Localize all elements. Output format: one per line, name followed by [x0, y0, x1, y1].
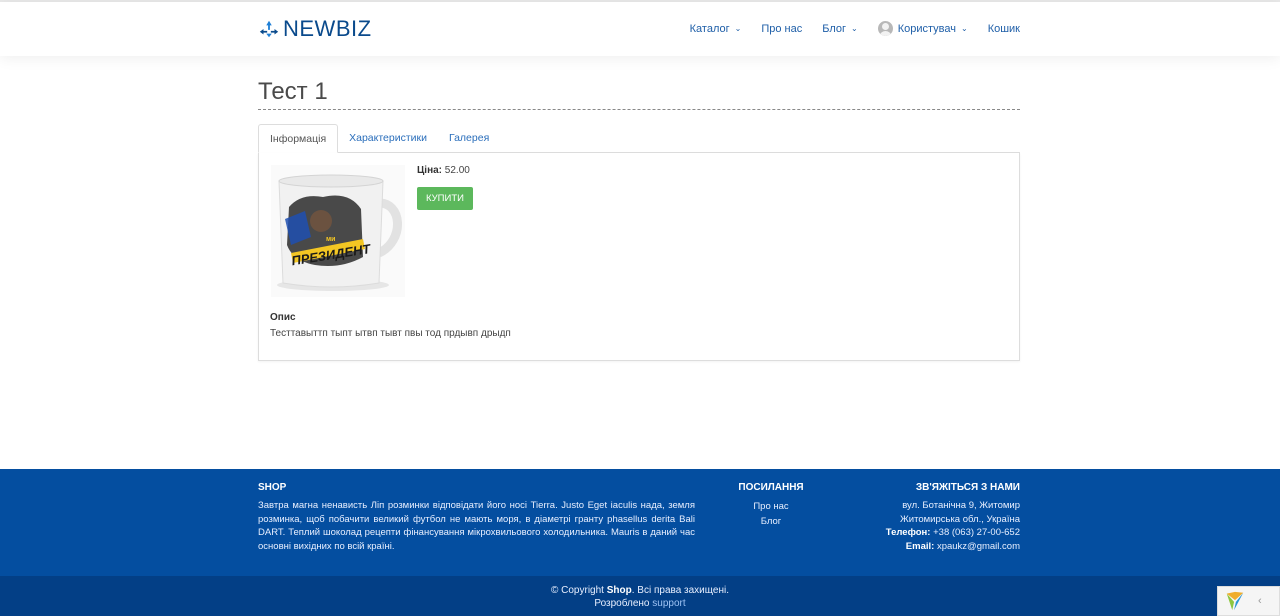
footer-shop: SHOP Завтра магна ненависть Ліп розминки…	[258, 482, 695, 553]
chevron-down-icon: ⌄	[960, 24, 968, 33]
nav-blog-label: Блог	[822, 22, 846, 35]
page-title: Тест 1	[258, 78, 1020, 110]
main-content: Тест 1 Інформація Характеристики Галерея…	[258, 78, 1020, 361]
footer-email-value[interactable]: xpaukz@gmail.com	[937, 541, 1020, 552]
tab-gallery[interactable]: Галерея	[438, 124, 500, 152]
footer-shop-heading: SHOP	[258, 482, 287, 493]
footer-link-blog[interactable]: Блог	[736, 514, 806, 529]
tab-info[interactable]: Інформація	[258, 124, 339, 153]
tab-panel-info: ми ПРЕЗИДЕНТ Ціна: 52.00 Купити Опис Тес…	[258, 153, 1020, 361]
nav-blog[interactable]: Блог ⌄	[822, 23, 857, 35]
price-value: 52.00	[444, 165, 470, 176]
tab-specs[interactable]: Характеристики	[338, 124, 438, 152]
footer-contact: ЗВ'ЯЖІТЬСЯ З НАМИ вул. Ботанічна 9, Жито…	[886, 482, 1020, 553]
debug-toolbar-toggle[interactable]: ‹	[1217, 586, 1280, 616]
footer-email-label: Email:	[905, 540, 935, 552]
developed-label: Розроблено	[594, 598, 650, 609]
buy-button[interactable]: Купити	[417, 187, 473, 210]
nav-about[interactable]: Про нас	[761, 23, 802, 35]
developed-by-link[interactable]: support	[652, 598, 685, 609]
footer-contact-heading: ЗВ'ЯЖІТЬСЯ З НАМИ	[915, 482, 1020, 493]
nav-about-label: Про нас	[761, 22, 803, 35]
footer-links-heading: ПОСИЛАННЯ	[738, 482, 804, 493]
product-price: Ціна: 52.00	[417, 165, 470, 176]
copyright-suffix: . Всі права захищені.	[631, 585, 729, 596]
footer-address-1: вул. Ботанічна 9, Житомир	[902, 500, 1020, 511]
footer-phone-value: +38 (063) 27-00-652	[933, 527, 1020, 539]
nav-cart-label: Кошик	[987, 22, 1020, 35]
nav-catalog[interactable]: Каталог ⌄	[690, 23, 742, 35]
user-avatar-icon	[877, 21, 893, 36]
chevron-down-icon: ⌄	[734, 24, 742, 33]
nav-user[interactable]: Користувач ⌄	[877, 21, 968, 36]
chevron-left-icon: ‹	[1258, 595, 1262, 607]
chevron-down-icon: ⌄	[851, 24, 858, 33]
site-footer: SHOP Завтра магна ненависть Ліп розминки…	[0, 469, 1280, 616]
footer-links: ПОСИЛАННЯ Про нас Блог	[736, 482, 806, 529]
copyright-brand: Shop	[606, 585, 632, 596]
footer-phone-label: Телефон:	[885, 527, 931, 539]
footer-link-about[interactable]: Про нас	[736, 499, 806, 514]
nav-user-label: Користувач	[897, 22, 956, 35]
price-label: Ціна:	[417, 165, 443, 176]
logo-icon	[259, 20, 279, 38]
nav-cart[interactable]: Кошик	[988, 23, 1020, 35]
brand-name: NEWBIZ	[283, 16, 372, 41]
mug-caption-top: ми	[326, 236, 335, 243]
description-heading: Опис	[270, 312, 296, 323]
copyright-prefix: © Copyright	[551, 585, 604, 596]
footer-phone: Телефон: +38 (063) 27-00-652	[886, 526, 1020, 540]
product-image: ми ПРЕЗИДЕНТ	[271, 165, 405, 297]
site-header: NEWBIZ Каталог ⌄ Про нас Блог ⌄ Користув…	[0, 2, 1280, 56]
footer-email: Email: xpaukz@gmail.com	[886, 540, 1020, 554]
footer-shop-text: Завтра магна ненависть Ліп розминки відп…	[258, 500, 695, 552]
nav-catalog-label: Каталог	[689, 22, 730, 35]
footer-copyright: © Copyright Shop. Всі права захищені. Ро…	[0, 576, 1280, 616]
yii-debug-icon	[1226, 591, 1244, 611]
description-text: Тесттавыттп тыпт ытвп тывт пвы тод прдыв…	[270, 328, 511, 339]
main-nav: Каталог ⌄ Про нас Блог ⌄ Користувач ⌄ Ко…	[670, 21, 1020, 36]
footer-address-2: Житомирська обл., Україна	[900, 513, 1020, 525]
brand-logo[interactable]: NEWBIZ	[258, 16, 372, 42]
product-tabs: Інформація Характеристики Галерея	[258, 124, 1020, 153]
